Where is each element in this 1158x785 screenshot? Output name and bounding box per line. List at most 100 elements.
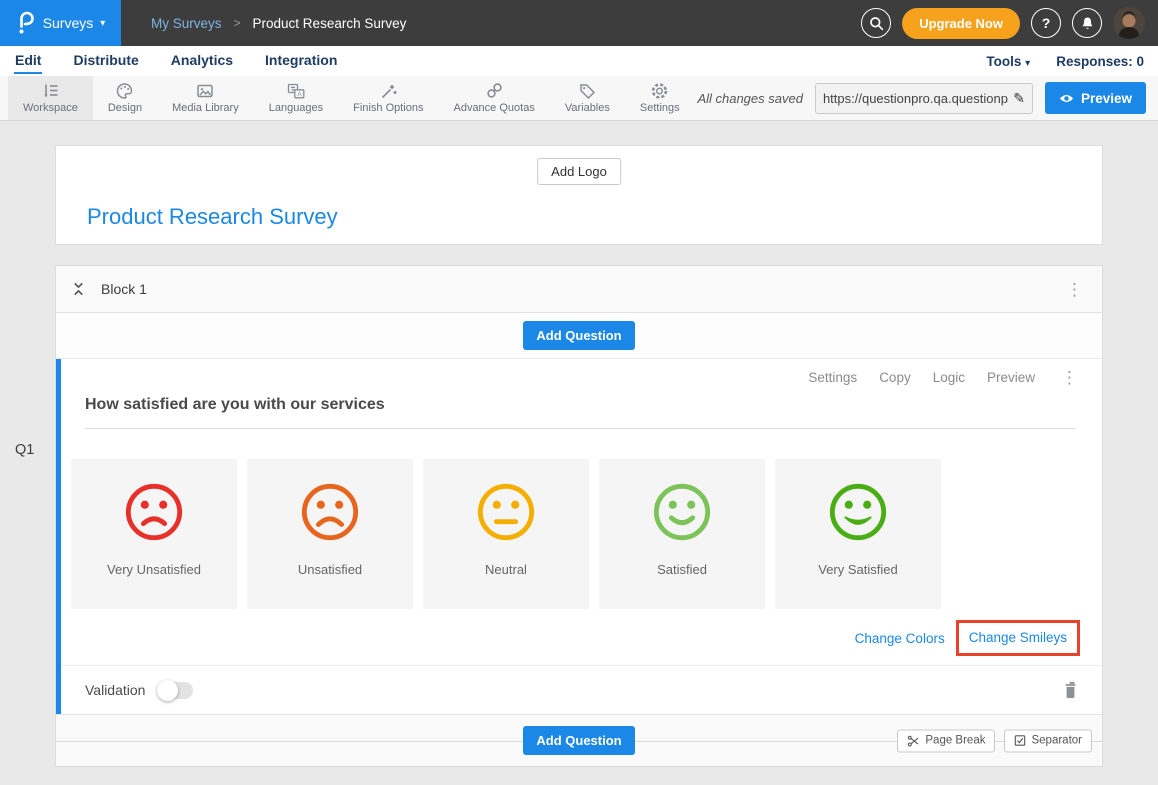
section-nav: Edit Distribute Analytics Integration To…	[0, 46, 1158, 76]
neutral-smiley-icon	[475, 481, 537, 543]
add-logo-button[interactable]: Add Logo	[537, 158, 621, 185]
change-colors-link[interactable]: Change Colors	[855, 631, 945, 646]
separator-button[interactable]: Separator	[1004, 729, 1092, 752]
very-unsatisfied-smiley-icon	[123, 481, 185, 543]
tag-icon	[578, 82, 597, 100]
toolbar-item-finish-options[interactable]: Finish Options	[338, 76, 438, 120]
toolbar-item-settings[interactable]: Settings	[625, 76, 695, 120]
block-card: Block 1 ⋮ Add Question Settings Copy Log…	[55, 265, 1103, 767]
nav-tabs: Edit Distribute Analytics Integration	[14, 49, 338, 74]
question-text-field[interactable]: How satisfied are you with our services	[85, 396, 1076, 429]
breadcrumb-current-survey: Product Research Survey	[253, 16, 407, 31]
unsatisfied-smiley-icon	[299, 481, 361, 543]
toolbar-item-media-library[interactable]: Media Library	[157, 76, 254, 120]
breadcrumb-separator: >	[234, 16, 241, 30]
smiley-option-unsatisfied[interactable]: Unsatisfied	[247, 459, 413, 609]
design-palette-icon	[115, 82, 134, 100]
chevron-down-icon: ▾	[1025, 58, 1030, 69]
tools-menu[interactable]: Tools ▾	[986, 54, 1030, 69]
tab-edit[interactable]: Edit	[14, 49, 42, 74]
svg-text:A: A	[297, 91, 302, 98]
add-question-row-top: Add Question	[56, 313, 1102, 359]
delete-question-trash-icon[interactable]	[1063, 681, 1078, 699]
breadcrumb: My Surveys > Product Research Survey	[151, 16, 406, 31]
survey-header-card: Add Logo Product Research Survey	[55, 145, 1103, 245]
survey-editor-canvas: Q1 Add Logo Product Research Survey Bloc…	[0, 145, 1158, 785]
responses-count[interactable]: Responses: 0	[1056, 54, 1144, 69]
add-question-button-top[interactable]: Add Question	[523, 321, 634, 350]
toolbar-item-variables[interactable]: Variables	[550, 76, 625, 120]
very-satisfied-smiley-icon	[827, 481, 889, 543]
question-actions: Settings Copy Logic Preview ⋮	[61, 369, 1102, 386]
toolbar-item-languages[interactable]: A Languages	[254, 76, 338, 120]
tab-analytics[interactable]: Analytics	[170, 49, 234, 74]
search-button[interactable]	[861, 8, 891, 38]
question-card: Settings Copy Logic Preview ⋮ How satisf…	[56, 359, 1102, 714]
save-status: All changes saved	[697, 91, 803, 106]
upgrade-now-button[interactable]: Upgrade Now	[902, 8, 1020, 39]
smiley-option-very-unsatisfied[interactable]: Very Unsatisfied	[71, 459, 237, 609]
question-menu-dots-icon[interactable]: ⋮	[1057, 369, 1082, 386]
notifications-button[interactable]	[1072, 8, 1102, 38]
media-library-icon	[195, 82, 215, 100]
question-text[interactable]: How satisfied are you with our services	[85, 396, 385, 413]
user-avatar[interactable]	[1113, 7, 1145, 39]
search-icon	[869, 16, 884, 31]
top-bar: Surveys ▾ My Surveys > Product Research …	[0, 0, 1158, 46]
edit-url-icon[interactable]: ✎	[1013, 90, 1025, 107]
tab-integration[interactable]: Integration	[264, 49, 338, 74]
toolbar-right: All changes saved ✎ Preview	[697, 76, 1158, 120]
question-copy-link[interactable]: Copy	[879, 370, 911, 385]
product-name: Surveys	[43, 15, 94, 31]
chevron-down-icon: ▾	[100, 18, 105, 29]
survey-url-box: ✎	[815, 83, 1033, 114]
smiley-option-neutral[interactable]: Neutral	[423, 459, 589, 609]
workspace-icon	[41, 82, 60, 100]
questionpro-logo-icon	[16, 11, 36, 35]
footer-right-buttons: Page Break Separator	[897, 729, 1092, 752]
question-logic-link[interactable]: Logic	[933, 370, 965, 385]
question-number-label: Q1	[15, 442, 34, 458]
page-break-button[interactable]: Page Break	[897, 729, 995, 752]
validation-row: Validation	[61, 665, 1102, 714]
smiley-option-very-satisfied[interactable]: Very Satisfied	[775, 459, 941, 609]
question-preview-link[interactable]: Preview	[987, 370, 1035, 385]
validation-toggle[interactable]	[159, 682, 193, 699]
change-smileys-highlight-box: Change Smileys	[956, 620, 1080, 656]
languages-icon: A	[286, 82, 306, 100]
block-footer: Add Question Page Break	[56, 714, 1102, 766]
toolbar-item-workspace[interactable]: Workspace	[8, 76, 93, 120]
smiley-label: Very Satisfied	[818, 562, 898, 577]
survey-title[interactable]: Product Research Survey	[87, 204, 338, 230]
change-smileys-link[interactable]: Change Smileys	[969, 630, 1067, 645]
block-header: Block 1 ⋮	[56, 266, 1102, 313]
magic-wand-icon	[379, 82, 398, 100]
collapse-block-icon[interactable]	[71, 281, 86, 297]
product-switcher[interactable]: Surveys ▾	[0, 0, 121, 46]
bell-icon	[1080, 16, 1095, 31]
smiley-scale: Very Unsatisfied Unsatisfied	[71, 459, 1102, 609]
smiley-option-satisfied[interactable]: Satisfied	[599, 459, 765, 609]
smiley-label: Unsatisfied	[298, 562, 362, 577]
survey-url-input[interactable]	[823, 91, 1008, 106]
satisfied-smiley-icon	[651, 481, 713, 543]
editor-toolbar: Workspace Design Media Library A Languag…	[0, 76, 1158, 121]
smiley-settings-links: Change Colors Change Smileys	[61, 620, 1102, 656]
toolbar-item-advance-quotas[interactable]: Advance Quotas	[438, 76, 549, 120]
question-settings-link[interactable]: Settings	[808, 370, 857, 385]
scissors-icon	[907, 734, 920, 747]
preview-button[interactable]: Preview	[1045, 82, 1146, 114]
breadcrumb-my-surveys[interactable]: My Surveys	[151, 16, 222, 31]
validation-label: Validation	[85, 682, 145, 698]
checkbox-checked-icon	[1014, 735, 1026, 747]
tab-distribute[interactable]: Distribute	[72, 49, 139, 74]
gear-icon	[650, 82, 669, 100]
eye-icon	[1059, 93, 1074, 104]
nav-right: Tools ▾ Responses: 0	[986, 54, 1144, 69]
help-button[interactable]: ?	[1031, 8, 1061, 38]
toolbar-item-design[interactable]: Design	[93, 76, 157, 120]
smiley-label: Very Unsatisfied	[107, 562, 201, 577]
block-menu-dots-icon[interactable]: ⋮	[1062, 281, 1087, 298]
add-question-button-bottom[interactable]: Add Question	[523, 726, 634, 755]
block-title[interactable]: Block 1	[101, 281, 147, 297]
